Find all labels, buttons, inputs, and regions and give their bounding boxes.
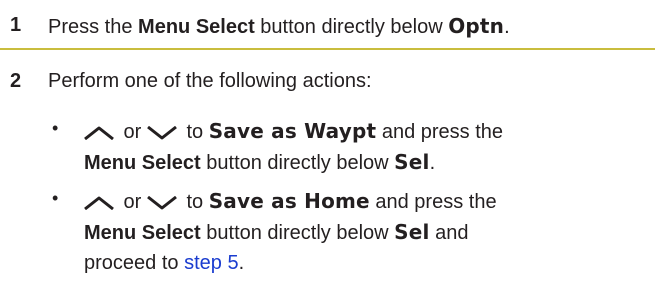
chevron-up-icon bbox=[84, 196, 114, 210]
step-1-text: Press the Menu Select button directly be… bbox=[48, 14, 510, 39]
chevron-down-icon bbox=[146, 125, 177, 140]
text: Press the bbox=[48, 16, 139, 38]
text: to bbox=[180, 191, 209, 213]
line: Menu Select button directly below Sel. bbox=[84, 147, 654, 178]
line: proceed to step 5. bbox=[84, 248, 654, 278]
step-5-link[interactable]: step 5 bbox=[184, 252, 238, 274]
step-2-text: Perform one of the following actions: bbox=[48, 70, 372, 92]
list-item-save-waypoint: or to Save as Waypt and press the Menu S… bbox=[84, 116, 654, 178]
line: or to Save as Waypt and press the bbox=[84, 116, 654, 147]
text: and bbox=[429, 222, 469, 244]
text: . bbox=[238, 252, 245, 274]
step-number: 2 bbox=[10, 70, 22, 92]
text: proceed to bbox=[84, 252, 185, 274]
sel-softkey-label: Sel bbox=[394, 150, 430, 174]
menu-select-label: Menu Select bbox=[84, 152, 201, 174]
bullet-marker: • bbox=[52, 188, 59, 208]
text: button directly below bbox=[200, 222, 395, 244]
text: button directly below bbox=[254, 16, 449, 38]
step-number: 1 bbox=[10, 14, 22, 36]
text: or bbox=[118, 191, 147, 213]
list-item-save-home: or to Save as Home and press the Menu Se… bbox=[84, 186, 654, 278]
save-as-home-label: Save as Home bbox=[208, 189, 370, 213]
text: to bbox=[180, 121, 209, 143]
line: Menu Select button directly below Sel an… bbox=[84, 217, 654, 248]
menu-select-label: Menu Select bbox=[84, 222, 201, 244]
menu-select-label: Menu Select bbox=[138, 16, 255, 38]
text: or bbox=[118, 121, 147, 143]
text: and press the bbox=[369, 191, 497, 213]
text: . bbox=[429, 152, 436, 174]
text: button directly below bbox=[200, 152, 395, 174]
chevron-down-icon bbox=[146, 195, 177, 210]
sel-softkey-label: Sel bbox=[394, 220, 430, 244]
chevron-up-icon bbox=[84, 126, 114, 140]
bullet-marker: • bbox=[52, 118, 59, 138]
text: . bbox=[504, 16, 510, 38]
line: or to Save as Home and press the bbox=[84, 186, 654, 217]
text: and press the bbox=[376, 121, 504, 143]
optn-softkey-label: Optn bbox=[448, 14, 505, 38]
save-as-waypt-label: Save as Waypt bbox=[208, 119, 377, 143]
section-divider bbox=[0, 48, 655, 50]
